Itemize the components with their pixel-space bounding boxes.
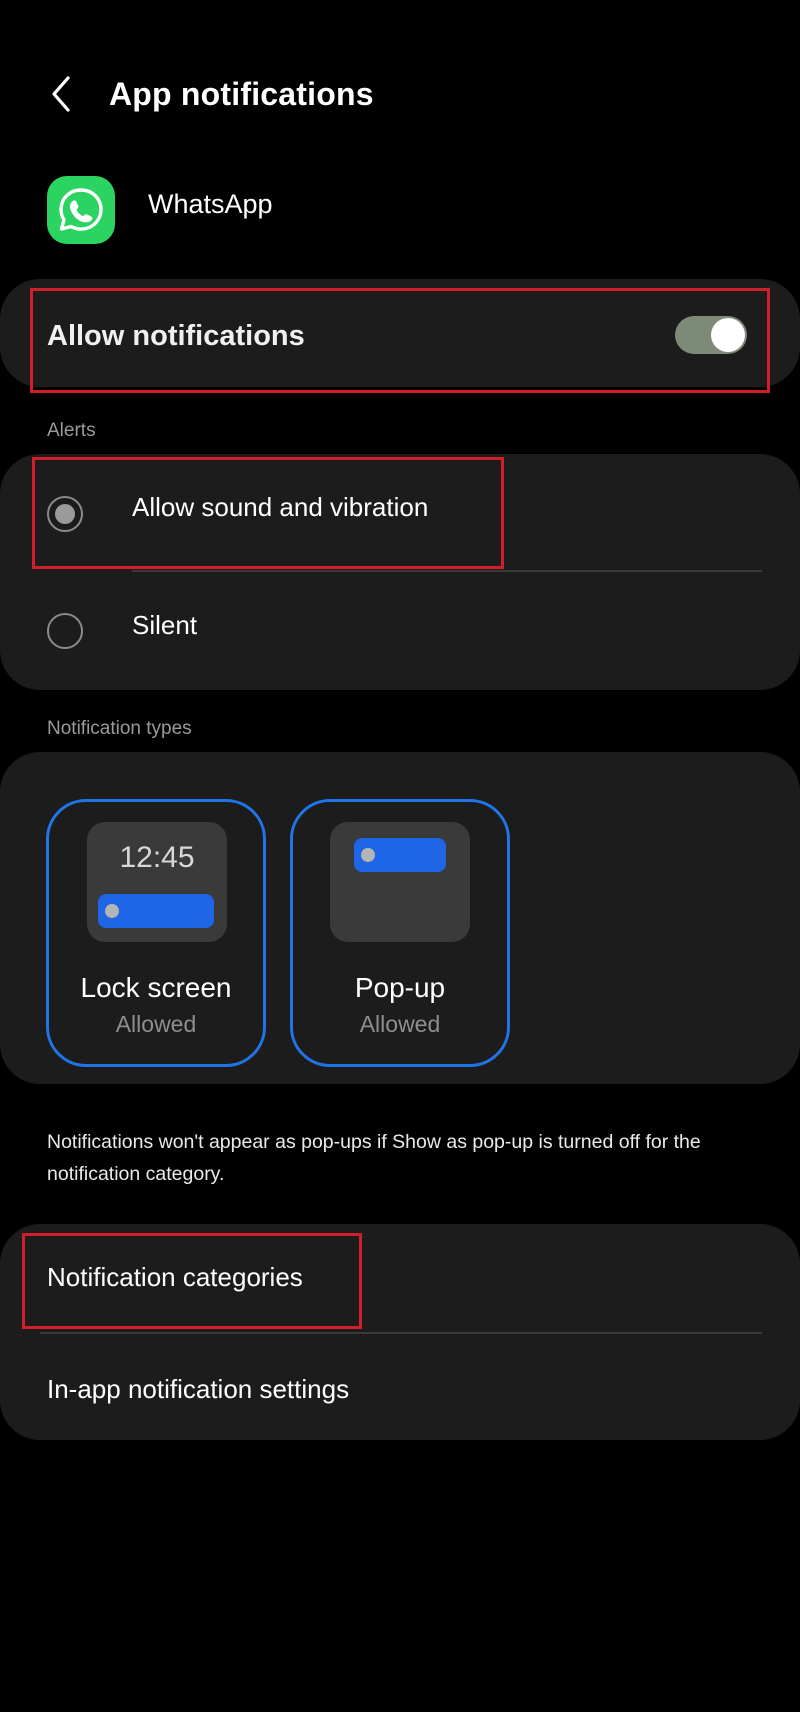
allow-notifications-label: Allow notifications <box>47 320 305 352</box>
radio-selected-dot <box>55 504 75 524</box>
lock-screen-status: Allowed <box>115 1011 197 1037</box>
allow-notifications-toggle[interactable] <box>675 316 747 354</box>
app-name: WhatsApp <box>148 189 273 219</box>
whatsapp-icon <box>47 176 115 244</box>
page-title: App notifications <box>109 76 374 112</box>
alerts-section-label: Alerts <box>47 420 96 441</box>
option-silent[interactable]: Silent <box>132 607 197 643</box>
bar-dot-icon <box>105 904 119 918</box>
notification-bar-preview <box>98 894 214 928</box>
bar-dot-icon <box>361 848 375 862</box>
divider <box>132 570 762 572</box>
lock-screen-title: Lock screen <box>80 972 232 1003</box>
radio-silent[interactable] <box>47 613 83 649</box>
toggle-knob <box>711 318 745 352</box>
chevron-left-icon <box>52 76 70 112</box>
pop-up-status: Allowed <box>359 1011 441 1037</box>
notification-categories-item[interactable]: Notification categories <box>47 1259 303 1295</box>
radio-allow-sound-vibration[interactable] <box>47 496 83 532</box>
lock-screen-preview-time: 12:45 <box>119 841 195 874</box>
pop-up-title: Pop-up <box>354 972 446 1003</box>
pop-up-note: Notifications won't appear as pop-ups if… <box>47 1131 701 1185</box>
notification-bar-preview <box>354 838 446 872</box>
in-app-notification-settings-item[interactable]: In-app notification settings <box>47 1371 349 1407</box>
option-allow-sound-vibration[interactable]: Allow sound and vibration <box>132 489 428 525</box>
divider <box>40 1332 762 1334</box>
notification-types-section-label: Notification types <box>47 718 192 739</box>
back-button[interactable] <box>38 66 86 122</box>
